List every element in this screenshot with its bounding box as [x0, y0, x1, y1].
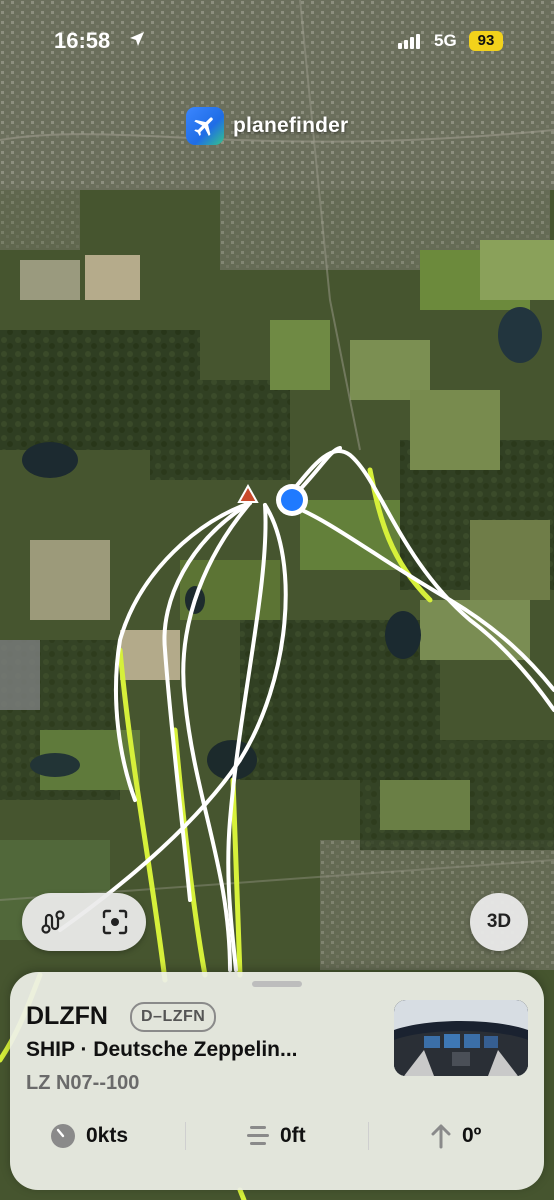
3d-view-button[interactable]: 3D: [470, 893, 528, 951]
flight-operator: SHIP · Deutsche Zeppelin...: [26, 1038, 298, 1061]
altitude-stat: 0ft: [246, 1122, 306, 1150]
speed-gauge-icon: [51, 1124, 75, 1148]
focus-aircraft-button[interactable]: [92, 899, 138, 945]
heading-arrow-icon: [431, 1124, 451, 1149]
heading-value: 0º: [462, 1124, 482, 1147]
battery-indicator: 93: [469, 31, 503, 51]
lake: [22, 442, 78, 478]
location-services-icon: [130, 32, 144, 46]
registration-badge: D–LZFN: [130, 1002, 217, 1032]
planefinder-logo: planefinder: [186, 107, 348, 145]
aircraft-photo[interactable]: [394, 1000, 528, 1076]
aircraft-model: LZ N07--100: [26, 1072, 140, 1094]
brand-name: planefinder: [233, 114, 349, 137]
plane-icon: [186, 107, 224, 145]
network-type: 5G: [434, 31, 457, 50]
heading-stat: 0º: [430, 1122, 481, 1150]
route-icon: [41, 910, 65, 934]
speed-stat: 0kts: [50, 1122, 128, 1150]
status-bar: 16:58 5G 93: [0, 0, 554, 80]
stat-divider: [185, 1122, 186, 1150]
speed-value: 0kts: [86, 1124, 129, 1147]
altitude-value: 0ft: [280, 1124, 306, 1147]
flight-info-sheet[interactable]: DLZFN D–LZFN SHIP · Deutsche Zeppelin...…: [10, 972, 544, 1190]
sheet-grabber[interactable]: [252, 981, 302, 987]
map-tools-pill: [22, 893, 146, 951]
cellular-signal-icon: [398, 34, 420, 49]
altitude-icon: [247, 1126, 269, 1145]
status-time: 16:58: [54, 28, 111, 53]
flight-callsign: DLZFN: [26, 1002, 108, 1030]
focus-frame-icon: [102, 909, 128, 935]
stat-divider: [368, 1122, 369, 1150]
route-button[interactable]: [30, 899, 76, 945]
